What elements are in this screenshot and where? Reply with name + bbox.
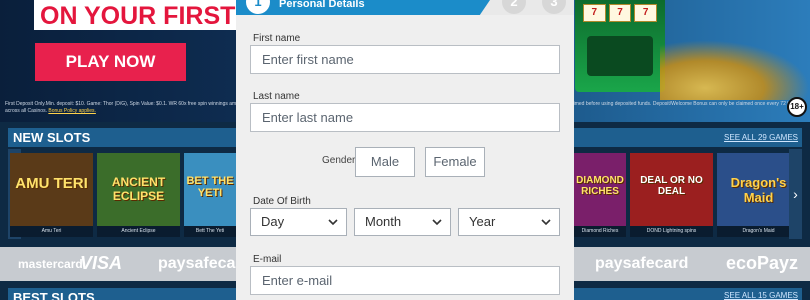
game-tile[interactable]: DIAMOND RICHES Diamond Riches (574, 153, 626, 237)
game-thumbnail: DEAL OR NO DEAL (630, 153, 713, 226)
game-tile[interactable]: ANCIENT ECLIPSE Ancient Eclipse (97, 153, 180, 237)
chevron-down-icon (328, 219, 338, 226)
dob-label: Date Of Birth (253, 196, 311, 207)
dob-year-value: Year (469, 214, 496, 229)
reel-symbol: 7 (608, 4, 632, 22)
ecopayz-logo: ecoPayz (726, 253, 799, 273)
see-all-best-slots-link[interactable]: SEE ALL 15 GAMES (724, 291, 798, 300)
dob-day-value: Day (261, 214, 285, 229)
dob-month-select[interactable]: Month (354, 208, 451, 236)
mastercard-logo: mastercard (18, 257, 83, 271)
chevron-down-icon (432, 219, 442, 226)
game-thumbnail: AMU TERI (10, 153, 93, 226)
game-thumbnail-title: ANCIENT ECLIPSE (111, 175, 166, 203)
email-input[interactable] (250, 266, 560, 295)
visa-logo: VISA (80, 253, 123, 273)
paysafecard-logo: paysafecard (595, 255, 689, 272)
game-thumbnail: BET THE YETI (184, 153, 236, 226)
game-tile[interactable]: BET THE YETI Bett The Yeti (184, 153, 236, 237)
play-now-button[interactable]: PLAY NOW (35, 43, 186, 81)
step-progress-bar: 1 Personal Details 2 3 (236, 0, 574, 15)
game-thumbnail-title: Dragon's Maid (730, 175, 787, 205)
age-restriction-badge: 18+ (787, 97, 807, 117)
game-caption: Diamond Riches (574, 226, 626, 237)
carousel-next-arrow[interactable]: › (789, 149, 802, 239)
last-name-label: Last name (253, 91, 300, 102)
game-thumbnail: Dragon's Maid (717, 153, 800, 226)
game-caption: Bett The Yeti (184, 226, 236, 237)
game-thumbnail: ANCIENT ECLIPSE (97, 153, 180, 226)
game-thumbnail-title: AMU TERI (15, 175, 88, 192)
best-slots-title: BEST SLOTS (13, 290, 95, 300)
coins-illustration (660, 40, 810, 100)
first-name-label: First name (253, 33, 301, 44)
step-indicator-3: 3 (542, 0, 566, 14)
email-label: E-mail (253, 254, 282, 265)
dob-day-select[interactable]: Day (250, 208, 347, 236)
dob-month-value: Month (365, 214, 402, 229)
game-caption: Ancient Eclipse (97, 226, 180, 237)
new-slots-title: NEW SLOTS (13, 130, 91, 145)
game-thumbnail-title: DIAMOND RICHES (576, 175, 624, 197)
gender-label: Gender (322, 155, 356, 166)
gender-female-button[interactable]: Female (425, 147, 485, 177)
game-caption: Dragon's Maid (717, 226, 800, 237)
bonus-policy-link[interactable]: Bonus Policy applies. (48, 108, 96, 114)
slot-machine-illustration: 7 7 7 (575, 0, 665, 92)
game-tile[interactable]: DEAL OR NO DEAL DOND Lightning spins (630, 153, 713, 237)
game-tile[interactable]: AMU TERI Amu Teri (10, 153, 93, 237)
game-thumbnail-title: BET THE YETI (186, 175, 234, 199)
game-caption: DOND Lightning spins (630, 226, 713, 237)
game-tile[interactable]: Dragon's Maid Dragon's Maid (717, 153, 800, 237)
registration-modal: 1 Personal Details 2 3 First name Last n… (236, 0, 574, 300)
game-thumbnail-title: DEAL OR NO DEAL (640, 175, 703, 197)
chevron-down-icon (541, 219, 551, 226)
see-all-new-slots-link[interactable]: SEE ALL 29 GAMES (724, 133, 798, 142)
hero-headline: ON YOUR FIRST (34, 0, 244, 30)
dob-year-select[interactable]: Year (458, 208, 560, 236)
first-name-input[interactable] (250, 45, 560, 74)
step-indicator-2: 2 (502, 0, 526, 14)
last-name-input[interactable] (250, 103, 560, 132)
gender-male-button[interactable]: Male (355, 147, 415, 177)
step-title: Personal Details (279, 0, 365, 10)
reel-symbol: 7 (634, 4, 658, 22)
reel-symbol: 7 (583, 4, 606, 22)
game-thumbnail: DIAMOND RICHES (574, 153, 626, 226)
game-caption: Amu Teri (10, 226, 93, 237)
